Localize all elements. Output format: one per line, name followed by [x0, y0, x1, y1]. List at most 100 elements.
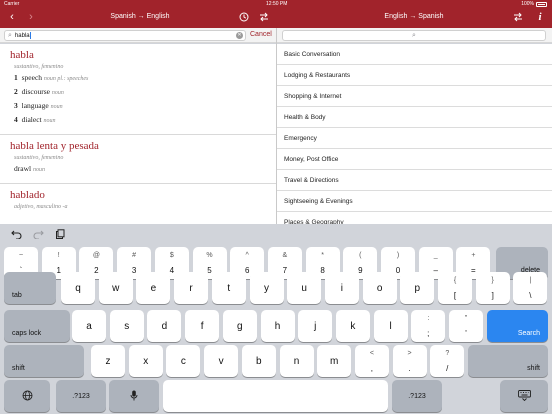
key-quote[interactable]: " ' [449, 310, 483, 342]
key-shift-label: { [453, 277, 457, 284]
cancel-button[interactable]: Cancel [250, 31, 272, 38]
category-item[interactable]: Lodging & Restaurants [277, 65, 552, 86]
key-j[interactable]: j [298, 310, 333, 342]
key-label: q [75, 282, 81, 294]
entry-headword: habla [10, 49, 34, 61]
hide-keyboard-key[interactable] [500, 380, 548, 412]
key-l[interactable]: l [373, 310, 408, 342]
dictionary-entry[interactable]: hablado adjetivo, masculino -a [0, 184, 276, 218]
key-label: caps lock [12, 330, 42, 337]
key-m[interactable]: m [317, 345, 352, 377]
key-question[interactable]: ? / [430, 345, 465, 377]
numbers-switch-key[interactable]: .?123 [56, 380, 106, 412]
search-key[interactable]: Search [487, 310, 548, 342]
key-label: m [330, 355, 339, 367]
key-t[interactable]: t [211, 272, 246, 304]
key-greater[interactable]: >. [392, 345, 427, 377]
battery-percent: 100% [521, 1, 534, 7]
microphone-icon [130, 390, 138, 403]
key-lbrace[interactable]: {[ [438, 272, 472, 304]
key-rbrace[interactable]: }] [475, 272, 510, 304]
globe-key[interactable] [4, 380, 50, 412]
key-label: , [370, 364, 373, 373]
clipboard-icon[interactable] [55, 229, 65, 242]
key-label: o [376, 282, 383, 294]
entry-grammar: adjetivo, masculino -a [14, 204, 68, 210]
category-item[interactable]: Basic Conversation [277, 44, 552, 65]
key-e[interactable]: e [136, 272, 171, 304]
dictionary-search-bar: ⌕ habla ✕ Cancel [0, 28, 276, 43]
redo-icon[interactable] [33, 229, 44, 242]
key-s[interactable]: s [109, 310, 144, 342]
key-q[interactable]: q [61, 272, 95, 304]
key-label: .?123 [408, 392, 426, 400]
category-item[interactable]: Places & Geography [277, 212, 552, 224]
key-label: n [293, 355, 300, 367]
key-v[interactable]: v [204, 345, 239, 377]
key-u[interactable]: u [287, 272, 322, 304]
clock-icon[interactable] [237, 10, 251, 24]
search-icon: ⌕ [8, 31, 12, 39]
key-shift-label: : [427, 315, 430, 322]
shift-key-left[interactable]: shift [4, 345, 84, 377]
numbers-switch-key[interactable]: .?123 [392, 380, 442, 412]
key-shift-label: ~ [18, 252, 24, 259]
key-p[interactable]: p [400, 272, 435, 304]
key-label: z [105, 355, 111, 367]
key-f[interactable]: f [185, 310, 220, 342]
forward-button[interactable]: › [24, 10, 38, 24]
category-item[interactable]: Shopping & Internet [277, 86, 552, 107]
key-colon[interactable]: :; [411, 310, 446, 342]
space-key[interactable] [163, 380, 388, 412]
caps-lock-key[interactable]: caps lock [4, 310, 70, 342]
key-g[interactable]: g [222, 310, 257, 342]
search-input[interactable]: ⌕ habla ✕ [4, 30, 246, 41]
category-item[interactable]: Health & Body [277, 107, 552, 128]
key-i[interactable]: i [324, 272, 359, 304]
key-x[interactable]: x [128, 345, 163, 377]
microphone-key[interactable] [109, 380, 159, 412]
dictionary-entry[interactable]: habla sustantivo, femenino 1 speech noun… [0, 44, 276, 135]
key-w[interactable]: w [98, 272, 133, 304]
category-item[interactable]: Travel & Directions [277, 170, 552, 191]
clear-icon[interactable]: ✕ [236, 32, 243, 39]
entry-grammar: sustantivo, femenino [14, 155, 64, 161]
key-h[interactable]: h [260, 310, 295, 342]
swap-icon[interactable] [257, 10, 271, 24]
key-z[interactable]: z [91, 345, 125, 377]
key-label: r [189, 282, 193, 294]
category-item[interactable]: Emergency [277, 128, 552, 149]
key-shift-label: } [491, 277, 494, 284]
phrasebook-search-input[interactable]: ⌕ [282, 30, 546, 41]
undo-icon[interactable] [11, 229, 22, 242]
keyboard-hide-icon [517, 389, 531, 403]
key-label: a [86, 320, 92, 332]
key-label: t [227, 282, 231, 294]
key-label: f [200, 320, 204, 332]
key-label: c [180, 355, 186, 367]
entry-headword: hablado [10, 189, 45, 201]
key-k[interactable]: k [335, 310, 370, 342]
key-y[interactable]: y [249, 272, 284, 304]
swap-icon[interactable] [511, 10, 525, 24]
key-d[interactable]: d [147, 310, 182, 342]
key-b[interactable]: b [241, 345, 276, 377]
text-caret [29, 31, 31, 39]
category-item[interactable]: Money, Post Office [277, 149, 552, 170]
key-pipe[interactable]: | \ [513, 272, 548, 304]
key-label: k [350, 320, 356, 332]
info-button[interactable]: i [533, 10, 547, 24]
key-label: shift [527, 365, 540, 372]
key-r[interactable]: r [174, 272, 209, 304]
back-button[interactable]: ‹ [5, 10, 19, 24]
tab-key[interactable]: tab [4, 272, 56, 304]
key-c[interactable]: c [166, 345, 201, 377]
category-item[interactable]: Sightseeing & Evenings [277, 191, 552, 212]
key-a[interactable]: a [72, 310, 106, 342]
dictionary-entry[interactable]: habla lenta y pesada sustantivo, femenin… [0, 135, 276, 184]
key-o[interactable]: o [362, 272, 397, 304]
key-less[interactable]: <, [354, 345, 389, 377]
shift-key-right[interactable]: shift [468, 345, 548, 377]
key-shift-label: ^ [245, 252, 249, 259]
key-n[interactable]: n [279, 345, 314, 377]
